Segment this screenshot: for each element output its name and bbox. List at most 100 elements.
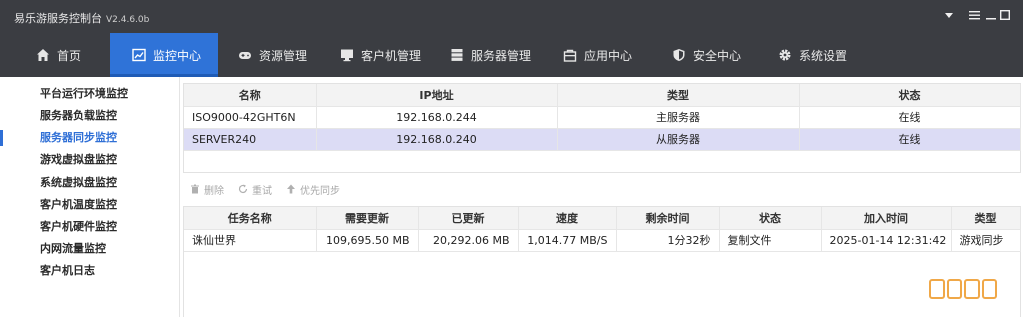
gear-icon xyxy=(779,49,791,61)
sidebar-item-platform-env[interactable]: 平台运行环境监控 xyxy=(0,83,180,105)
sidebar-item-label: 客户机日志 xyxy=(40,264,95,277)
priority-sync-button[interactable]: 优先同步 xyxy=(286,182,340,197)
nav-home[interactable]: 首页 xyxy=(14,33,109,77)
server-status: 在线 xyxy=(799,128,1021,151)
nav-security[interactable]: 安全中心 xyxy=(650,33,755,77)
table-row[interactable]: SERVER240 192.168.0.240 从服务器 在线 xyxy=(184,128,1021,151)
watermark-glyph xyxy=(946,279,962,299)
table-row[interactable]: ISO9000-42GHT6N 192.168.0.244 主服务器 在线 xyxy=(184,106,1021,129)
column-header-speed[interactable]: 速度 xyxy=(518,207,617,230)
task-remaining: 1分32秒 xyxy=(616,229,720,252)
sidebar-item-system-vdisk[interactable]: 系统虚拟盘监控 xyxy=(0,172,180,194)
bag-icon xyxy=(563,49,577,62)
app-title: 易乐游服务控制台 V2.4.6.0b xyxy=(14,10,149,26)
refresh-icon xyxy=(238,184,248,194)
sidebar-item-client-temp[interactable]: 客户机温度监控 xyxy=(0,194,180,216)
app-version: V2.4.6.0b xyxy=(106,15,150,25)
server-name: SERVER240 xyxy=(184,128,317,151)
delete-button[interactable]: 删除 xyxy=(190,182,224,197)
table-row[interactable]: 诛仙世界 109,695.50 MB 20,292.06 MB 1,014.77… xyxy=(184,229,1021,252)
nav-settings[interactable]: 系统设置 xyxy=(756,33,866,77)
trash-icon xyxy=(191,184,199,194)
sidebar-item-label: 平台运行环境监控 xyxy=(40,87,128,100)
title-bar: 易乐游服务控制台 V2.4.6.0b xyxy=(0,0,1023,33)
monitor-chart-icon xyxy=(132,48,146,62)
priority-sync-label: 优先同步 xyxy=(300,185,340,197)
sidebar-item-lan-traffic[interactable]: 内网流量监控 xyxy=(0,238,180,260)
sidebar-item-game-vdisk[interactable]: 游戏虚拟盘监控 xyxy=(0,149,180,171)
arrow-up-icon xyxy=(287,184,295,194)
nav-settings-label: 系统设置 xyxy=(799,48,848,63)
server-status: 在线 xyxy=(799,106,1021,129)
server-type: 从服务器 xyxy=(557,128,800,151)
server-table-panel: 名称 IP地址 类型 状态 ISO9000-42GHT6N 192.168.0.… xyxy=(183,83,1021,173)
app-title-text: 易乐游服务控制台 xyxy=(14,12,102,25)
maximize-button[interactable] xyxy=(994,6,1016,28)
sidebar: 平台运行环境监控 服务器负载监控 服务器同步监控 游戏虚拟盘监控 系统虚拟盘监控… xyxy=(0,77,180,317)
watermark-glyph xyxy=(964,279,980,299)
task-status: 复制文件 xyxy=(719,229,822,252)
nav-servers[interactable]: 服务器管理 xyxy=(428,33,543,77)
sidebar-item-label: 内网流量监控 xyxy=(40,242,106,255)
nav-clients[interactable]: 客户机管理 xyxy=(318,33,430,77)
nav-resources[interactable]: 资源管理 xyxy=(218,33,318,77)
shield-icon xyxy=(673,49,685,61)
column-header-ip[interactable]: IP地址 xyxy=(316,84,558,107)
nav-monitor-label: 监控中心 xyxy=(153,48,202,63)
column-header-status[interactable]: 状态 xyxy=(799,84,1021,107)
server-name: ISO9000-42GHT6N xyxy=(184,106,317,129)
server-ip: 192.168.0.240 xyxy=(316,128,558,151)
sync-toolbar: 删除 重试 优先同步 xyxy=(190,180,340,198)
desktop-icon xyxy=(341,49,353,62)
sidebar-item-server-sync[interactable]: 服务器同步监控 xyxy=(0,127,180,149)
server-ip: 192.168.0.244 xyxy=(316,106,558,129)
nav-apps[interactable]: 应用中心 xyxy=(541,33,646,77)
task-updated: 20,292.06 MB xyxy=(418,229,519,252)
task-added-time: 2025-01-14 12:31:42 xyxy=(821,229,952,252)
sidebar-item-client-log[interactable]: 客户机日志 xyxy=(0,260,180,282)
nav-resources-label: 资源管理 xyxy=(259,48,308,63)
sidebar-item-label: 服务器负载监控 xyxy=(40,109,117,122)
table-header-row: 任务名称 需要更新 已更新 速度 剩余时间 状态 加入时间 类型 xyxy=(184,207,1021,230)
server-icon xyxy=(451,49,463,61)
column-header-name[interactable]: 名称 xyxy=(184,84,317,107)
nav-monitor[interactable]: 监控中心 xyxy=(110,33,218,77)
task-need-update: 109,695.50 MB xyxy=(316,229,419,252)
task-table-panel: 任务名称 需要更新 已更新 速度 剩余时间 状态 加入时间 类型 诛仙世界 10… xyxy=(183,206,1021,317)
nav-clients-label: 客户机管理 xyxy=(361,48,422,63)
task-name: 诛仙世界 xyxy=(184,229,317,252)
retry-button[interactable]: 重试 xyxy=(238,182,272,197)
dropdown-menu-icon[interactable] xyxy=(938,6,960,28)
sidebar-item-label: 客户机硬件监控 xyxy=(40,220,117,233)
sidebar-item-label: 系统虚拟盘监控 xyxy=(40,176,117,189)
task-table: 任务名称 需要更新 已更新 速度 剩余时间 状态 加入时间 类型 诛仙世界 10… xyxy=(184,207,1021,252)
column-header-updated[interactable]: 已更新 xyxy=(418,207,519,230)
server-table: 名称 IP地址 类型 状态 ISO9000-42GHT6N 192.168.0.… xyxy=(184,84,1021,151)
column-header-need-update[interactable]: 需要更新 xyxy=(316,207,419,230)
table-header-row: 名称 IP地址 类型 状态 xyxy=(184,84,1021,107)
column-header-type[interactable]: 类型 xyxy=(557,84,800,107)
watermark-glyph xyxy=(929,279,945,299)
server-type: 主服务器 xyxy=(557,106,800,129)
delete-label: 删除 xyxy=(204,185,224,197)
watermark-logo xyxy=(929,279,997,305)
home-icon xyxy=(37,49,49,61)
column-header-added-time[interactable]: 加入时间 xyxy=(821,207,952,230)
task-speed: 1,014.77 MB/S xyxy=(518,229,617,252)
nav-apps-label: 应用中心 xyxy=(584,48,633,63)
nav-servers-label: 服务器管理 xyxy=(471,48,532,63)
sidebar-item-label: 游戏虚拟盘监控 xyxy=(40,153,117,166)
sidebar-item-label: 客户机温度监控 xyxy=(40,198,117,211)
retry-label: 重试 xyxy=(252,185,272,197)
main-nav: 首页 监控中心 资源管理 客户机管理 服务器管理 应用中心 安全中心 系统设置 xyxy=(0,33,1023,77)
column-header-task-type[interactable]: 类型 xyxy=(951,207,1021,230)
nav-home-label: 首页 xyxy=(57,48,82,63)
column-header-task-status[interactable]: 状态 xyxy=(719,207,822,230)
sidebar-item-server-load[interactable]: 服务器负载监控 xyxy=(0,105,180,127)
column-header-remaining[interactable]: 剩余时间 xyxy=(616,207,720,230)
nav-security-label: 安全中心 xyxy=(693,48,742,63)
sidebar-item-label: 服务器同步监控 xyxy=(40,131,117,144)
column-header-task-name[interactable]: 任务名称 xyxy=(184,207,317,230)
gamepad-icon xyxy=(239,52,251,59)
sidebar-item-client-hardware[interactable]: 客户机硬件监控 xyxy=(0,216,180,238)
